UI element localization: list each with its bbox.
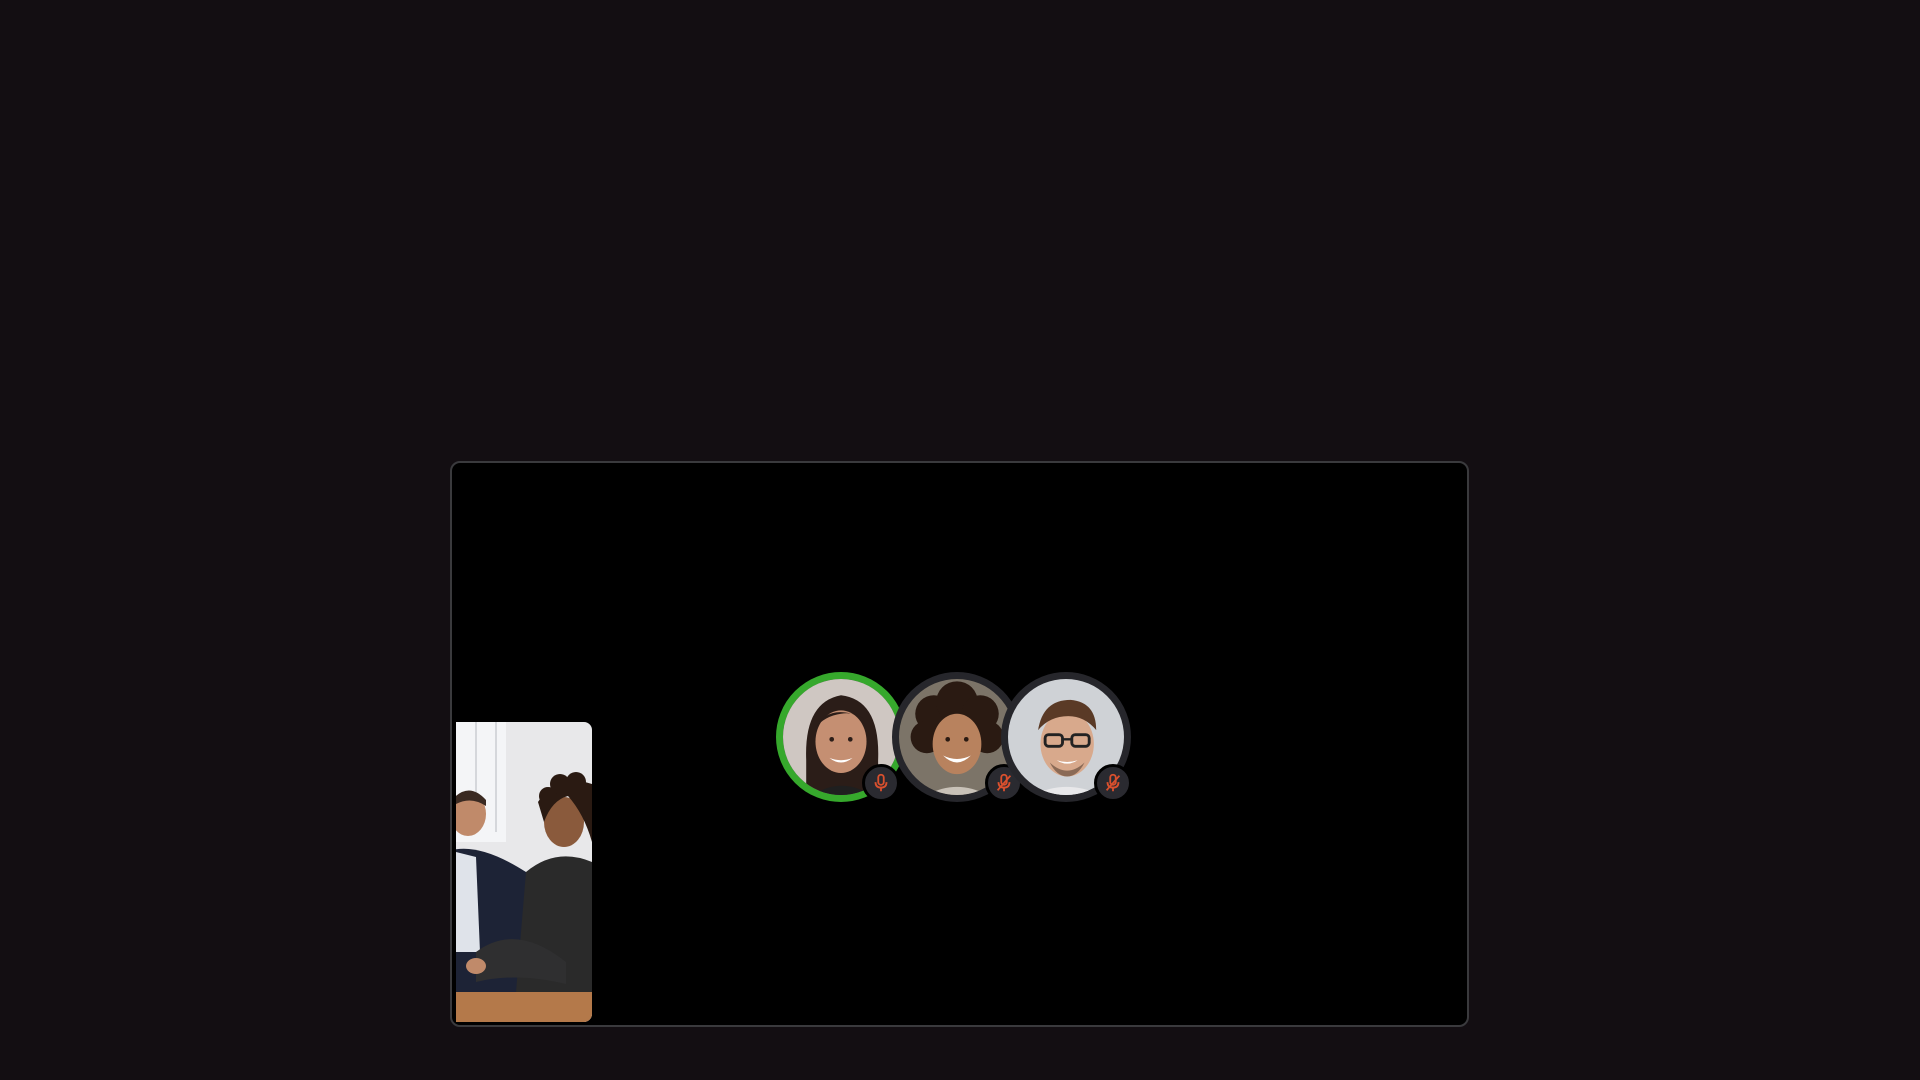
participant-avatars [776, 672, 1156, 822]
call-stage [450, 461, 1469, 1027]
video-feed-image [456, 722, 592, 1022]
mic-off-icon [1105, 773, 1121, 792]
mic-status-badge [862, 764, 900, 802]
participant-video-tile[interactable] [456, 722, 592, 1022]
mic-off-icon [996, 773, 1012, 792]
mic-status-badge [1094, 764, 1132, 802]
mic-on-icon [874, 773, 888, 792]
